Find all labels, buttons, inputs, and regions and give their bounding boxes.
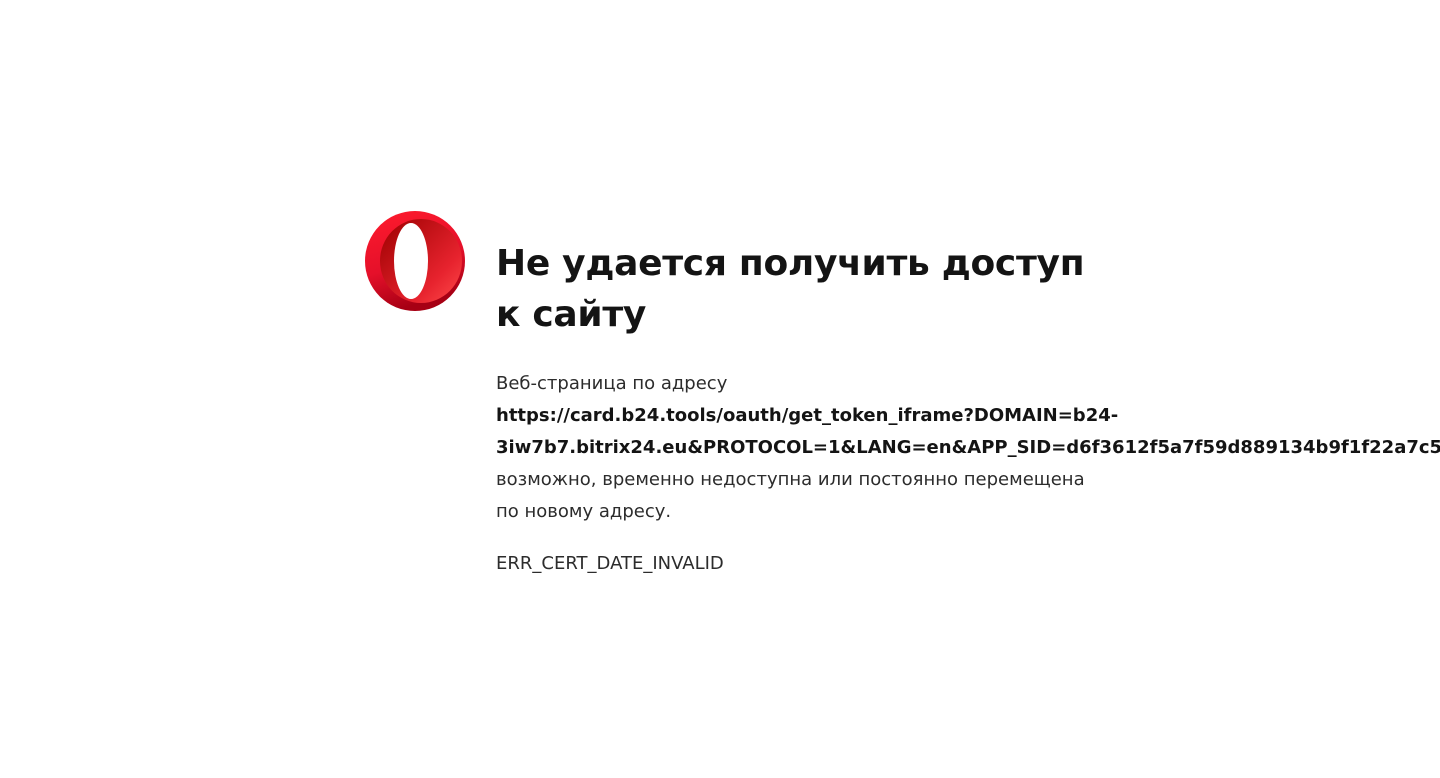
description-intro: Веб-страница по адресу: [496, 373, 728, 394]
page-title: Не удается получить доступ к сайту: [496, 243, 1085, 335]
failed-url-line-1: https://card.b24.tools/oauth/get_token_i…: [496, 405, 1119, 426]
error-content: Не удается получить доступ к сайту Веб-с…: [496, 238, 1440, 580]
error-code: ERR_CERT_DATE_INVALID: [496, 553, 724, 574]
opera-logo-icon: [365, 211, 465, 311]
error-description: Веб-страница по адресу https://card.b24.…: [496, 368, 1440, 528]
description-text-line-1: возможно, временно недоступна или постоя…: [496, 469, 1085, 490]
failed-url-line-2: 3iw7b7.bitrix24.eu&PROTOCOL=1&LANG=en&AP…: [496, 437, 1440, 458]
error-page: Не удается получить доступ к сайту Веб-с…: [0, 0, 1440, 778]
failed-url: https://card.b24.tools/oauth/get_token_i…: [496, 400, 1440, 464]
description-text-line-2: по новому адресу.: [496, 501, 672, 522]
